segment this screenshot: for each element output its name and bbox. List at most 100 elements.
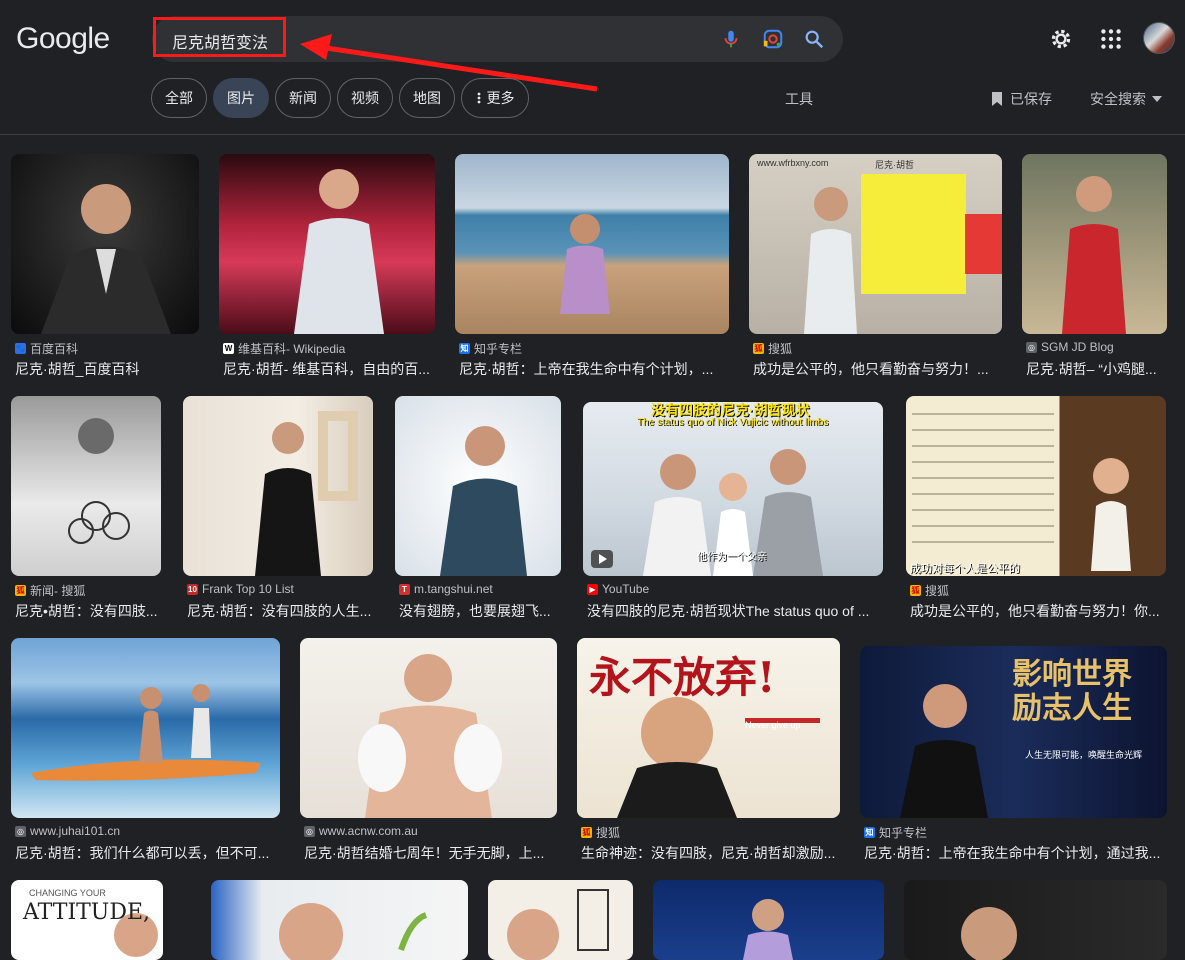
image-result[interactable]: 成功对每个人是公平的 狐搜狐 成功是公平的，他只看勤奋与努力！你...	[906, 396, 1166, 626]
image-result[interactable]: ◎ SGM JD Blog 尼克·胡哲– “小鸡腿...	[1022, 154, 1167, 384]
result-title[interactable]: 成功是公平的，他只看勤奋与努力！你...	[910, 601, 1166, 621]
image-result[interactable]: 知知乎专栏 尼克·胡哲：上帝在我生命中有个计划，...	[455, 154, 729, 384]
result-thumbnail[interactable]	[455, 154, 729, 334]
result-title[interactable]: 尼克·胡哲_百度百科	[15, 359, 199, 379]
image-result[interactable]	[211, 880, 468, 960]
tab-label: 地图	[413, 90, 441, 106]
result-title[interactable]: 没有翅膀，也要展翅飞...	[399, 601, 561, 621]
poster-photo	[507, 889, 609, 960]
tab-label: 新闻	[289, 90, 317, 106]
image-result[interactable]	[904, 880, 1167, 960]
result-thumbnail[interactable]	[488, 880, 633, 960]
image-result[interactable]: 永不放弃! Never give up 狐搜狐 生命神迹：没有四肢，尼克·胡哲却…	[577, 638, 840, 868]
person-photo	[743, 899, 793, 960]
image-result[interactable]	[488, 880, 633, 960]
result-thumbnail[interactable]	[1022, 154, 1167, 334]
result-title[interactable]: 没有四肢的尼克·胡哲现状The status quo of ...	[587, 601, 883, 621]
result-title[interactable]: 尼克·胡哲：我们什么都可以丢，但不可...	[15, 843, 280, 863]
more-vert-icon	[477, 92, 480, 104]
result-source: W 维基百科- Wikipedia	[223, 342, 346, 356]
person-photo	[255, 411, 358, 576]
saved-button[interactable]: 已保存	[990, 89, 1052, 109]
result-source: ◎ www.juhai101.cn	[15, 824, 121, 838]
tab-label: 更多	[486, 90, 515, 106]
result-source: 知知乎专栏	[864, 826, 928, 840]
result-title[interactable]: 尼克·胡哲– “小鸡腿...	[1026, 359, 1167, 379]
image-result[interactable]: 10 Frank Top 10 List 尼克·胡哲：没有四肢的人生...	[183, 396, 373, 626]
source-label: SGM JD Blog	[1041, 340, 1114, 354]
result-thumbnail[interactable]	[395, 396, 561, 576]
result-thumbnail[interactable]	[211, 880, 468, 960]
result-title[interactable]: 成功是公平的，他只看勤奋与努力！...	[753, 359, 998, 379]
tab-label: 图片	[227, 90, 255, 106]
image-result[interactable]: www.wfrbxny.com 尼克·胡哲 狐搜狐 成功是公平的，他只看勤奋与努…	[749, 154, 1002, 384]
image-result[interactable]: 狐新闻- 搜狐 尼克•胡哲：没有四肢...	[11, 396, 161, 626]
apps-grid-icon[interactable]	[1098, 26, 1124, 52]
tab-videos[interactable]: 视频	[337, 78, 393, 118]
result-title[interactable]: 尼克·胡哲- 维基百科，自由的百...	[223, 359, 433, 379]
result-thumbnail[interactable]	[653, 880, 884, 960]
thumb-text: CHANGING YOUR	[29, 888, 106, 898]
google-lens-icon[interactable]	[762, 28, 784, 50]
result-thumbnail[interactable]: 影响世界 励志人生 人生无限可能，唤醒生命光辉	[860, 646, 1167, 818]
baby-photo	[68, 418, 130, 544]
image-result[interactable]: W 维基百科- Wikipedia 尼克·胡哲- 维基百科，自由的百...	[219, 154, 435, 384]
person-photo	[961, 907, 1017, 960]
result-thumbnail[interactable]	[11, 638, 280, 818]
safesearch-dropdown[interactable]: 安全搜索	[1090, 89, 1162, 109]
result-source: 🐾 百度百科	[15, 342, 79, 356]
image-result[interactable]: 没有四肢的尼克·胡哲现状 The status quo of Nick Vuji…	[583, 396, 883, 626]
result-title[interactable]: 尼克·胡哲：没有四肢的人生...	[187, 601, 373, 621]
image-result[interactable]	[653, 880, 884, 960]
image-result[interactable]: ◎ www.acnw.com.au 尼克·胡哲结婚七周年！无手无脚，上...	[300, 638, 557, 868]
person-photo	[294, 169, 384, 334]
result-thumbnail[interactable]	[219, 154, 435, 334]
image-result[interactable]: CHANGING YOUR ATTITUDE,	[11, 880, 163, 960]
image-result[interactable]: 🐾 百度百科 尼克·胡哲_百度百科	[11, 154, 199, 384]
result-thumbnail[interactable]: www.wfrbxny.com 尼克·胡哲	[749, 154, 1002, 334]
image-result[interactable]: ◎ www.juhai101.cn 尼克·胡哲：我们什么都可以丢，但不可...	[11, 638, 280, 868]
query-highlight-box	[153, 17, 286, 57]
source-label: 搜狐	[768, 342, 793, 356]
tab-images[interactable]: 图片	[213, 78, 269, 118]
result-source: Tm.tangshui.net	[399, 582, 493, 596]
result-thumbnail[interactable]: 没有四肢的尼克·胡哲现状 The status quo of Nick Vuji…	[583, 402, 883, 576]
gear-icon[interactable]	[1048, 26, 1074, 52]
result-title[interactable]: 生命神迹：没有四肢，尼克·胡哲却激励...	[581, 843, 840, 863]
microphone-icon[interactable]	[720, 28, 742, 50]
result-thumbnail[interactable]	[11, 396, 161, 576]
result-thumbnail[interactable]	[904, 880, 1167, 960]
person-photo	[1062, 176, 1126, 334]
source-label: www.juhai101.cn	[30, 824, 121, 838]
result-title[interactable]: 尼克•胡哲：没有四肢...	[15, 601, 161, 621]
source-label: 百度百科	[30, 342, 79, 356]
chevron-down-icon	[1152, 96, 1162, 102]
result-thumbnail[interactable]	[183, 396, 373, 576]
result-thumbnail[interactable]	[300, 638, 557, 818]
tab-maps[interactable]: 地图	[399, 78, 455, 118]
person-photo	[804, 174, 1002, 334]
source-label: 搜狐	[596, 826, 621, 840]
result-thumbnail[interactable]: 永不放弃! Never give up	[577, 638, 840, 818]
tab-more[interactable]: 更多	[461, 78, 529, 118]
bookmark-icon	[992, 92, 1002, 106]
google-logo[interactable]: Google	[16, 22, 110, 56]
result-title[interactable]: 尼克·胡哲：上帝在我生命中有个计划，通过我...	[864, 843, 1167, 863]
image-result[interactable]: 影响世界 励志人生 人生无限可能，唤醒生命光辉 知知乎专栏 尼克·胡哲：上帝在我…	[860, 638, 1167, 868]
result-title[interactable]: 尼克·胡哲：上帝在我生命中有个计划，...	[459, 359, 721, 379]
tab-news[interactable]: 新闻	[275, 78, 331, 118]
result-thumbnail[interactable]: 成功对每个人是公平的	[906, 396, 1166, 576]
avatar[interactable]	[1143, 22, 1175, 54]
result-thumbnail[interactable]	[11, 154, 199, 334]
tools-button[interactable]: 工具	[785, 89, 813, 109]
result-thumbnail[interactable]: CHANGING YOUR ATTITUDE,	[11, 880, 163, 960]
thumb-title-text: 永不放弃!	[589, 653, 776, 702]
saved-label: 已保存	[1010, 91, 1052, 107]
source-label: Frank Top 10 List	[202, 582, 294, 596]
result-source: 知知乎专栏	[459, 342, 523, 356]
search-icon[interactable]	[803, 28, 825, 50]
result-title[interactable]: 尼克·胡哲结婚七周年！无手无脚，上...	[304, 843, 557, 863]
image-result[interactable]: Tm.tangshui.net 没有翅膀，也要展翅飞...	[395, 396, 561, 626]
thumb-caption-text: 成功对每个人是公平的	[910, 563, 1020, 575]
tab-all[interactable]: 全部	[151, 78, 207, 118]
